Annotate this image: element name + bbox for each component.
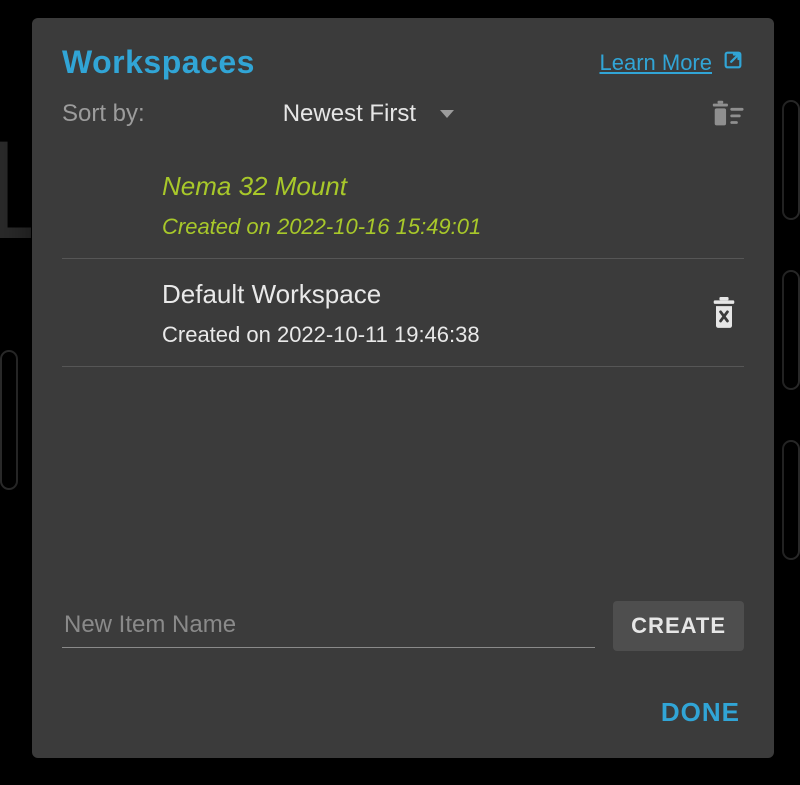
workspace-item[interactable]: Nema 32 Mount Created on 2022-10-16 15:4… (62, 151, 744, 259)
chevron-down-icon (440, 110, 454, 118)
workspace-item[interactable]: Default Workspace Created on 2022-10-11 … (62, 259, 744, 367)
workspace-name: Nema 32 Mount (162, 169, 738, 204)
dialog-title: Workspaces (62, 44, 255, 81)
workspace-created: Created on 2022-10-16 15:49:01 (162, 214, 738, 240)
clear-all-button[interactable] (710, 99, 744, 129)
workspaces-dialog: Workspaces Learn More Sort by: Newest Fi… (32, 18, 774, 758)
sort-label: Sort by: (62, 100, 145, 128)
new-item-input[interactable] (62, 605, 595, 648)
sort-selected-value: Newest First (283, 100, 416, 128)
sort-select[interactable]: Newest First (283, 100, 454, 128)
workspace-list: Nema 32 Mount Created on 2022-10-16 15:4… (62, 151, 744, 589)
external-link-icon (722, 49, 744, 77)
dialog-footer: DONE (62, 691, 744, 734)
new-item-row: CREATE (62, 601, 744, 651)
dialog-header: Workspaces Learn More (62, 44, 744, 81)
workspace-name: Default Workspace (162, 277, 710, 312)
learn-more-label: Learn More (599, 50, 712, 76)
learn-more-link[interactable]: Learn More (599, 49, 744, 77)
done-button[interactable]: DONE (657, 691, 744, 734)
sort-row: Sort by: Newest First (62, 99, 744, 129)
delete-workspace-button[interactable] (710, 297, 738, 329)
workspace-created: Created on 2022-10-11 19:46:38 (162, 322, 710, 348)
create-button[interactable]: CREATE (613, 601, 744, 651)
